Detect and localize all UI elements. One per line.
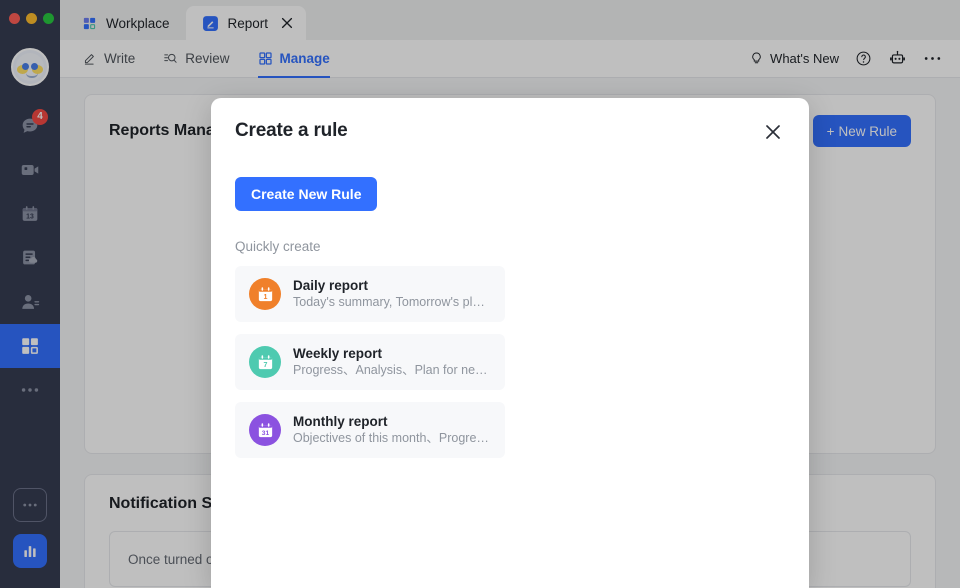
calendar-day-icon: 1 (249, 278, 281, 310)
close-icon (766, 125, 780, 139)
card-title: Daily report (293, 278, 369, 293)
quick-create-card-daily[interactable]: 1 Daily report Today's summary, Tomorrow… (235, 266, 505, 322)
svg-text:1: 1 (263, 292, 267, 300)
calendar-month-icon: 31 (249, 414, 281, 446)
card-title: Monthly report (293, 414, 388, 429)
card-title: Weekly report (293, 346, 383, 361)
quick-create-card-weekly[interactable]: 7 Weekly report Progress、Analysis、Plan f… (235, 334, 505, 390)
card-subtitle: Today's summary, Tomorrow's pla… (293, 295, 491, 309)
quick-create-card-list: 1 Daily report Today's summary, Tomorrow… (235, 266, 785, 458)
create-rule-dialog: Create a rule Create New Rule Quickly cr… (211, 98, 809, 588)
dialog-close-button[interactable] (761, 120, 785, 149)
card-subtitle: Objectives of this month、Progre… (293, 431, 489, 445)
create-new-rule-button[interactable]: Create New Rule (235, 177, 378, 211)
dialog-title: Create a rule (235, 120, 348, 141)
dialog-header: Create a rule (235, 120, 785, 149)
calendar-week-icon: 7 (249, 346, 281, 378)
card-subtitle: Progress、Analysis、Plan for nex… (293, 363, 491, 377)
quickly-create-label: Quickly create (235, 239, 321, 254)
app-window: 4 13 Workplace Report Write Review Manag… (0, 0, 960, 588)
quick-create-card-text: Monthly report Objectives of this month、… (293, 413, 489, 447)
quick-create-card-text: Weekly report Progress、Analysis、Plan for… (293, 345, 491, 379)
svg-text:31: 31 (261, 429, 269, 436)
svg-text:7: 7 (263, 360, 267, 368)
quick-create-card-monthly[interactable]: 31 Monthly report Objectives of this mon… (235, 402, 505, 458)
quick-create-card-text: Daily report Today's summary, Tomorrow's… (293, 277, 491, 311)
